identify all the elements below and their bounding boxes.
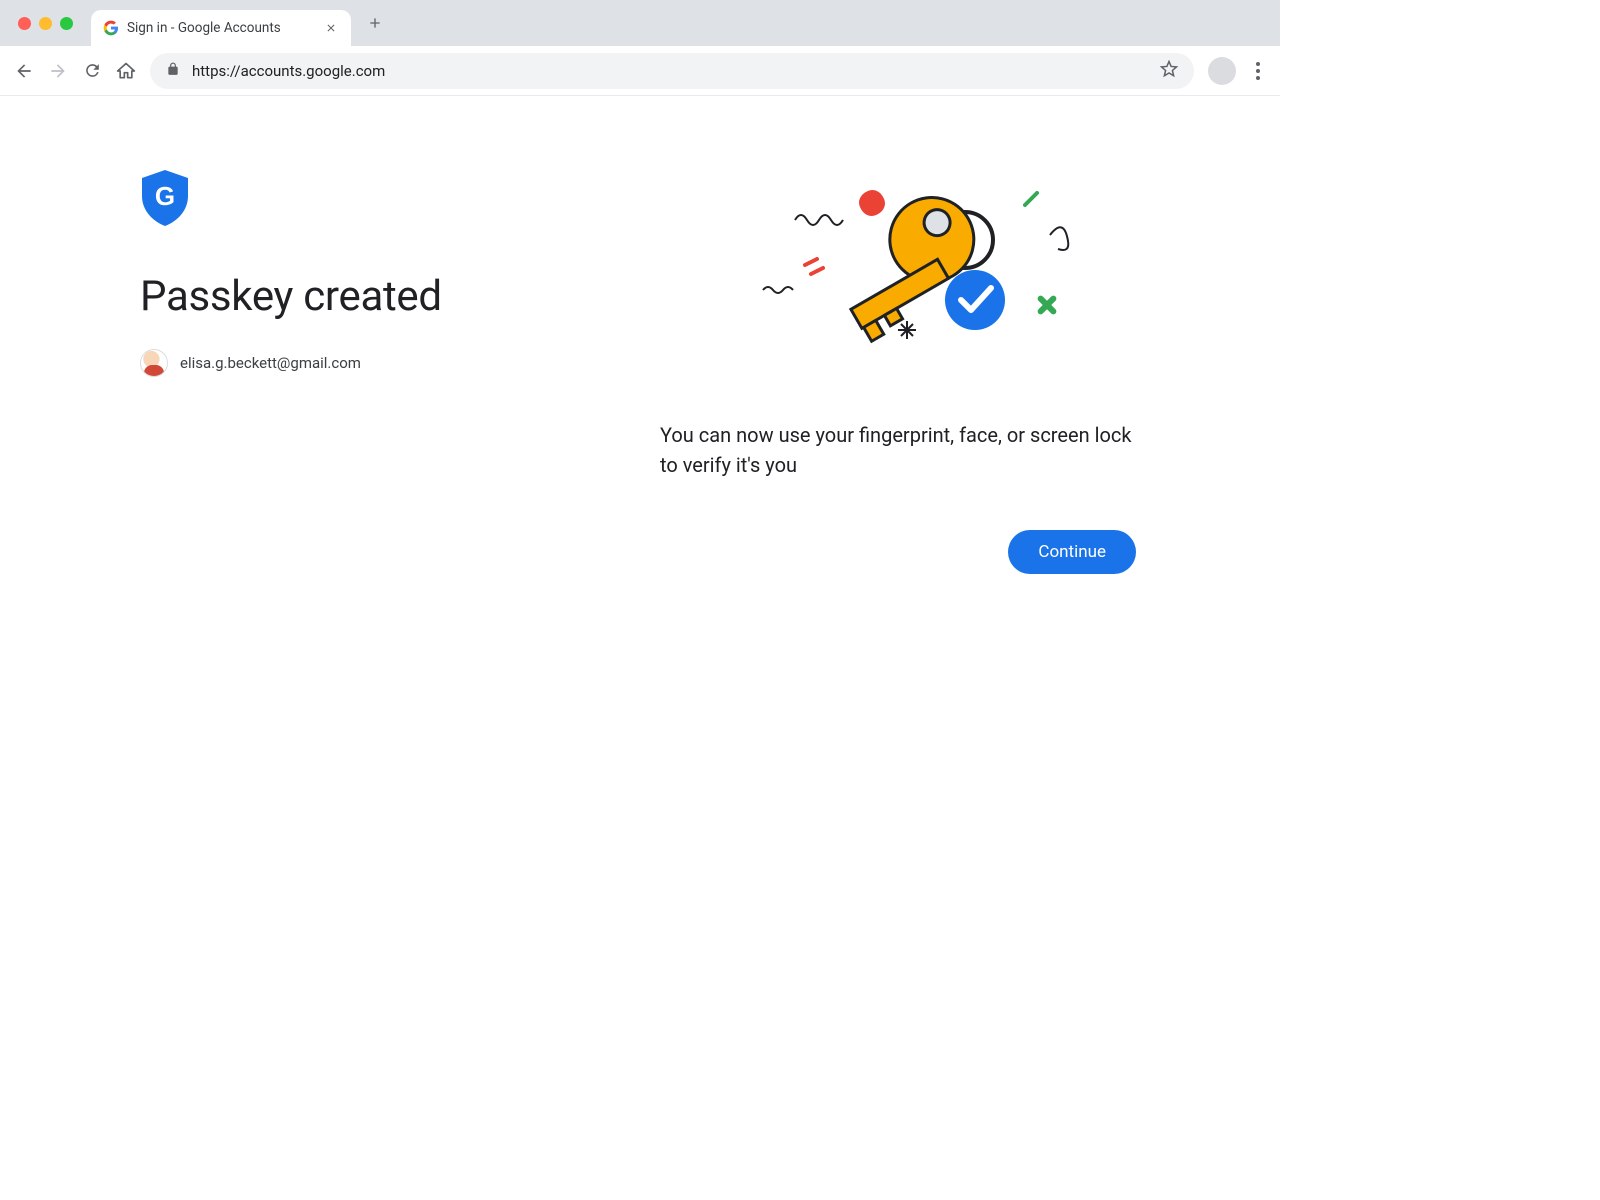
close-tab-icon[interactable] bbox=[323, 19, 339, 38]
star-icon[interactable] bbox=[1160, 60, 1178, 82]
minimize-window-icon[interactable] bbox=[39, 17, 52, 30]
maximize-window-icon[interactable] bbox=[60, 17, 73, 30]
browser-tab[interactable]: Sign in - Google Accounts bbox=[91, 10, 351, 46]
user-avatar-icon bbox=[140, 349, 168, 377]
tab-strip: Sign in - Google Accounts bbox=[0, 0, 1280, 46]
account-email: elisa.g.beckett@gmail.com bbox=[180, 354, 361, 372]
window-controls[interactable] bbox=[18, 17, 73, 30]
google-shield-logo-icon: G bbox=[140, 170, 620, 230]
passkey-illustration bbox=[685, 180, 1115, 380]
page-content: G Passkey created elisa.g.beckett@gmail.… bbox=[0, 96, 1280, 574]
account-chip[interactable]: elisa.g.beckett@gmail.com bbox=[140, 349, 620, 377]
browser-chrome: Sign in - Google Accounts https://accoun… bbox=[0, 0, 1280, 96]
description-text: You can now use your fingerprint, face, … bbox=[660, 420, 1140, 480]
tab-title: Sign in - Google Accounts bbox=[127, 20, 281, 36]
forward-icon bbox=[48, 61, 68, 81]
new-tab-button[interactable] bbox=[361, 9, 389, 37]
back-icon[interactable] bbox=[14, 61, 34, 81]
home-icon[interactable] bbox=[116, 61, 136, 81]
url-text: https://accounts.google.com bbox=[192, 62, 385, 80]
close-window-icon[interactable] bbox=[18, 17, 31, 30]
lock-icon bbox=[166, 62, 180, 80]
continue-button[interactable]: Continue bbox=[1008, 530, 1136, 574]
browser-toolbar: https://accounts.google.com bbox=[0, 46, 1280, 96]
google-favicon-icon bbox=[103, 20, 119, 36]
address-bar[interactable]: https://accounts.google.com bbox=[150, 53, 1194, 89]
reload-icon[interactable] bbox=[82, 61, 102, 81]
profile-avatar[interactable] bbox=[1208, 57, 1236, 85]
kebab-menu-icon[interactable] bbox=[1250, 62, 1266, 80]
right-column: You can now use your fingerprint, face, … bbox=[660, 170, 1140, 574]
left-column: G Passkey created elisa.g.beckett@gmail.… bbox=[140, 170, 620, 574]
page-title: Passkey created bbox=[140, 272, 620, 321]
svg-text:G: G bbox=[155, 181, 175, 211]
